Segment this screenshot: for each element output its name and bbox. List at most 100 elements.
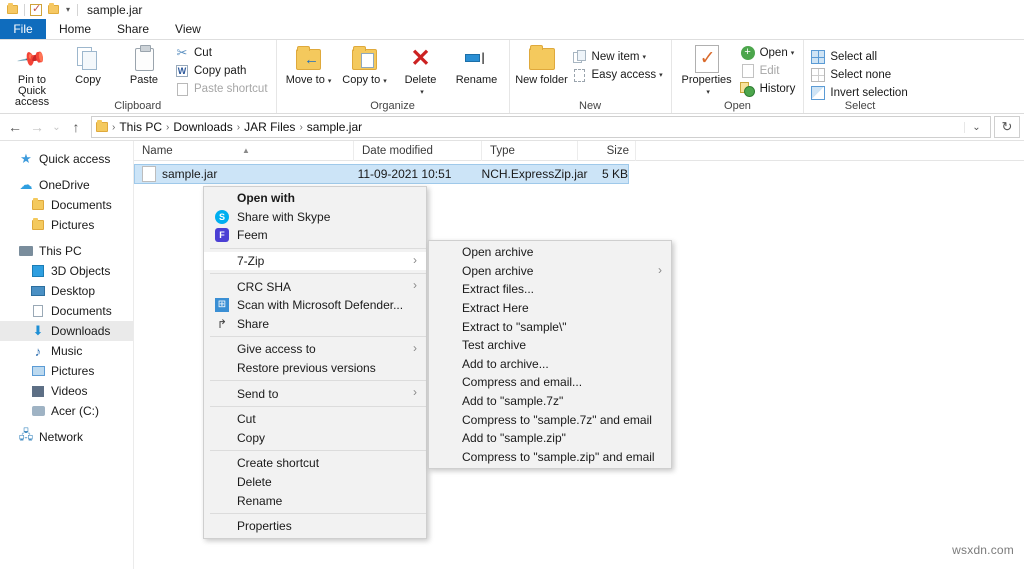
context-menu: Open with S Share with Skype F Feem 7-Zi… (203, 186, 427, 539)
submenu-item-compress-to-7z-and-email[interactable]: Compress to "sample.7z" and email (429, 410, 671, 429)
chevron-down-icon-6[interactable]: ▾ (706, 89, 710, 96)
context-menu-item-share-with-skype[interactable]: S Share with Skype (204, 208, 426, 227)
paste-button[interactable]: Paste (116, 43, 172, 86)
submenu-item-add-to-zip[interactable]: Add to "sample.zip" (429, 429, 671, 448)
context-menu-item-scan-with-defender[interactable]: ⊞ Scan with Microsoft Defender... (204, 296, 426, 315)
chevron-down-icon[interactable]: ▾ (328, 78, 332, 85)
context-menu-separator (210, 405, 426, 407)
submenu-item-compress-to-zip-and-email[interactable]: Compress to "sample.zip" and email (429, 448, 671, 467)
column-header-name[interactable]: ▲ Name (134, 140, 354, 161)
history-button[interactable]: History (738, 80, 800, 98)
open-button[interactable]: + Open ▾ (738, 44, 800, 62)
drive-icon (30, 403, 46, 419)
context-menu-item-share[interactable]: ↱ Share (204, 315, 426, 334)
chevron-down-icon-7[interactable]: ▾ (791, 49, 795, 57)
cut-button[interactable]: ✂ Cut (172, 44, 272, 62)
tab-share[interactable]: Share (104, 19, 162, 39)
sidebar-item-pictures[interactable]: Pictures (0, 361, 133, 381)
new-item-button[interactable]: New item ▾ (570, 48, 667, 66)
context-menu-item-delete[interactable]: Delete (204, 473, 426, 492)
submenu-item-open-archive[interactable]: Open archive (429, 243, 671, 262)
context-menu-item-rename[interactable]: Rename (204, 491, 426, 510)
sidebar-item-documents[interactable]: Documents (0, 301, 133, 321)
submenu-item-open-archive-with[interactable]: Open archive › (429, 262, 671, 281)
rename-button[interactable]: I Rename (449, 43, 505, 86)
table-row[interactable]: sample.jar 11-09-2021 10:51 NCH.ExpressZ… (134, 164, 629, 184)
select-none-button[interactable]: Select none (808, 66, 911, 84)
properties-button[interactable]: Properties ▾ (676, 43, 738, 98)
chevron-down-icon-3[interactable]: ▾ (420, 89, 424, 96)
pin-to-quick-access-button[interactable]: 📌 Pin to Quick access (4, 43, 60, 108)
up-arrow-icon[interactable]: ↑ (65, 116, 87, 138)
forward-arrow-icon[interactable]: → (26, 116, 48, 138)
copy-to-button[interactable]: Copy to ▾ (337, 43, 393, 87)
context-menu-item-restore-previous-versions[interactable]: Restore previous versions (204, 359, 426, 378)
context-menu-item-crc-sha[interactable]: CRC SHA › (204, 277, 426, 296)
submenu-item-add-to-7z[interactable]: Add to "sample.7z" (429, 392, 671, 411)
breadcrumb-item-downloads[interactable]: Downloads (170, 120, 235, 134)
sidebar-item-videos[interactable]: Videos (0, 381, 133, 401)
sidebar-item-onedrive-pictures[interactable]: Pictures (0, 215, 133, 235)
sidebar-item-music[interactable]: ♪ Music (0, 341, 133, 361)
star-icon: ★ (20, 151, 32, 166)
paste-shortcut-button[interactable]: Paste shortcut (172, 80, 272, 98)
move-to-button[interactable]: Move to▾ (281, 43, 337, 87)
breadcrumb-item-sample-jar[interactable]: sample.jar (304, 120, 365, 134)
submenu-item-extract-files[interactable]: Extract files... (429, 280, 671, 299)
tab-file[interactable]: File (0, 19, 46, 39)
sidebar-item-network[interactable]: 🖧 Network (0, 427, 133, 447)
column-header-size[interactable]: Size (578, 140, 636, 161)
sidebar-item-onedrive[interactable]: ☁ OneDrive (0, 175, 133, 195)
column-header-type[interactable]: Type (482, 140, 578, 161)
submenu-item-extract-to-folder[interactable]: Extract to "sample\" (429, 317, 671, 336)
breadcrumb-item-jar-files[interactable]: JAR Files (241, 120, 298, 134)
context-menu-item-copy[interactable]: Copy (204, 429, 426, 448)
chevron-down-icon-5[interactable]: ▾ (659, 71, 663, 79)
context-menu-item-give-access-to[interactable]: Give access to › (204, 340, 426, 359)
context-menu-item-cut[interactable]: Cut (204, 410, 426, 429)
sidebar-item-onedrive-documents[interactable]: Documents (0, 195, 133, 215)
sidebar-item-desktop[interactable]: Desktop (0, 281, 133, 301)
submenu-item-compress-and-email[interactable]: Compress and email... (429, 373, 671, 392)
sidebar-item-quick-access[interactable]: ★ Quick access (0, 149, 133, 169)
quick-access-folder-icon[interactable] (4, 2, 20, 18)
context-menu-item-feem[interactable]: F Feem (204, 226, 426, 245)
sidebar-item-label: Acer (C:) (51, 404, 99, 418)
select-all-label: Select all (830, 51, 878, 63)
submenu-item-test-archive[interactable]: Test archive (429, 336, 671, 355)
checkbox-icon[interactable] (28, 2, 44, 18)
back-arrow-icon[interactable]: ← (4, 116, 26, 138)
breadcrumb-item-this-pc[interactable]: This PC (116, 120, 165, 134)
refresh-icon[interactable]: ↻ (994, 116, 1020, 138)
breadcrumb[interactable]: › This PC › Downloads › JAR Files › samp… (91, 116, 991, 138)
chevron-down-icon-2[interactable]: ▾ (383, 78, 387, 85)
copy-path-button[interactable]: W Copy path (172, 62, 272, 80)
select-all-button[interactable]: Select all (808, 48, 911, 66)
edit-button[interactable]: Edit (738, 62, 800, 80)
context-menu-item-7-zip[interactable]: 7-Zip › (204, 251, 426, 271)
new-folder-button[interactable]: New folder (514, 43, 570, 86)
copy-button[interactable]: Copy (60, 43, 116, 86)
sidebar-item-label: Pictures (51, 218, 95, 232)
recent-locations-chevron-down-icon[interactable]: ⌄ (48, 116, 65, 138)
submenu-item-add-to-archive[interactable]: Add to archive... (429, 355, 671, 374)
submenu-item-extract-here[interactable]: Extract Here (429, 299, 671, 318)
address-dropdown-chevron-down-icon[interactable]: ⌄ (964, 121, 988, 133)
chevron-down-icon[interactable]: ▾ (62, 5, 74, 14)
sidebar-item-3d-objects[interactable]: 3D Objects (0, 261, 133, 281)
sidebar-item-this-pc[interactable]: This PC (0, 241, 133, 261)
column-header-date-modified[interactable]: Date modified (354, 140, 482, 161)
context-menu-item-create-shortcut[interactable]: Create shortcut (204, 454, 426, 473)
tab-view[interactable]: View (162, 19, 214, 39)
context-menu-item-send-to[interactable]: Send to › (204, 384, 426, 403)
chevron-down-icon-4[interactable]: ▾ (642, 53, 646, 61)
quick-access-folder-icon-2[interactable] (45, 2, 61, 18)
sidebar-item-acer-c[interactable]: Acer (C:) (0, 401, 133, 421)
ribbon-group-new: New folder New item ▾ Easy access ▾ New (508, 40, 671, 113)
easy-access-button[interactable]: Easy access ▾ (570, 66, 667, 84)
tab-home[interactable]: Home (46, 19, 105, 39)
context-menu-item-open-with[interactable]: Open with (204, 189, 426, 208)
delete-button[interactable]: ✕ Delete ▾ (393, 43, 449, 98)
context-menu-item-properties[interactable]: Properties (204, 517, 426, 536)
sidebar-item-downloads[interactable]: ⬇ Downloads (0, 321, 133, 341)
